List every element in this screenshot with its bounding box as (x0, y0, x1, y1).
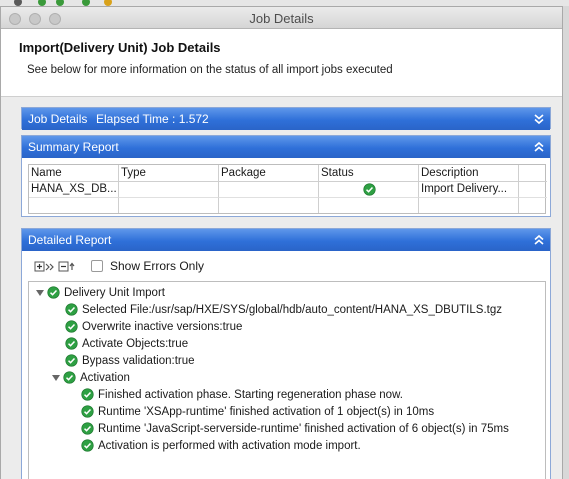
job-details-dialog: Job Details Import(Delivery Unit) Job De… (0, 6, 563, 479)
summary-report-label: Summary Report (28, 140, 119, 154)
tree-node-label: Activate Objects:true (82, 337, 189, 350)
cell-type[interactable] (119, 182, 219, 198)
success-check-icon (81, 405, 94, 418)
tree-node-label: Runtime 'XSApp-runtime' finished activat… (98, 405, 435, 418)
column-header-description[interactable]: Description (419, 165, 519, 182)
tree-node-root[interactable]: Delivery Unit Import (35, 284, 165, 301)
success-check-icon (65, 303, 78, 316)
tree-node-item[interactable]: Activate Objects:true (65, 335, 188, 352)
collapse-chevron-icon[interactable] (533, 234, 545, 246)
dialog-header: Import(Delivery Unit) Job Details See be… (1, 29, 562, 97)
window-title: Job Details (249, 11, 314, 26)
success-check-icon (63, 371, 76, 384)
summary-report-bar[interactable]: Summary Report (22, 136, 550, 158)
empty-cell (119, 198, 219, 213)
tree-node-label: Finished activation phase. Starting rege… (98, 388, 403, 401)
detailed-report-bar[interactable]: Detailed Report (22, 229, 550, 251)
job-details-section: Job Details Elapsed Time : 1.572 (21, 107, 551, 130)
empty-cell (419, 198, 519, 213)
column-header-filler (519, 165, 547, 182)
success-check-icon (81, 388, 94, 401)
empty-cell (319, 198, 419, 213)
success-check-icon (47, 286, 60, 299)
tree-node-item[interactable]: Finished activation phase. Starting rege… (81, 386, 403, 403)
empty-cell (29, 198, 119, 213)
detail-toolbar: Show Errors Only (30, 259, 430, 275)
column-header-name[interactable]: Name (29, 165, 119, 182)
column-header-status[interactable]: Status (319, 165, 419, 182)
summary-table: Name Type Package Status Description HAN… (28, 164, 547, 214)
tree-node-label: Selected File:/usr/sap/HXE/SYS/global/hd… (82, 303, 502, 316)
cell-description[interactable]: Import Delivery... (419, 182, 519, 198)
collapse-all-icon[interactable] (58, 260, 82, 274)
job-details-bar[interactable]: Job Details Elapsed Time : 1.572 (22, 108, 550, 130)
cell-name[interactable]: HANA_XS_DB... (29, 182, 119, 198)
success-check-icon (65, 320, 78, 333)
detail-tree: Delivery Unit Import Selected File:/usr/… (28, 281, 546, 479)
job-details-label: Job Details (28, 112, 88, 126)
tree-expanded-arrow-icon[interactable] (35, 288, 45, 298)
tree-node-label: Runtime 'JavaScript-serverside-runtime' … (98, 422, 509, 435)
tree-node-label: Bypass validation:true (82, 354, 195, 367)
tree-expanded-arrow-icon[interactable] (51, 373, 61, 383)
expand-all-icon[interactable] (34, 260, 58, 274)
cell-status[interactable] (319, 182, 419, 198)
empty-cell (219, 198, 319, 213)
title-bar: Job Details (1, 7, 562, 29)
tree-node-label: Delivery Unit Import (64, 286, 165, 299)
column-header-type[interactable]: Type (119, 165, 219, 182)
tree-node-item[interactable]: Runtime 'XSApp-runtime' finished activat… (81, 403, 434, 420)
cell-filler (519, 182, 547, 198)
tree-node-item[interactable]: Bypass validation:true (65, 352, 195, 369)
success-check-icon (65, 337, 78, 350)
tree-node-item[interactable]: Activation is performed with activation … (81, 437, 361, 454)
elapsed-time: Elapsed Time : 1.572 (96, 112, 209, 126)
page-title: Import(Delivery Unit) Job Details (19, 40, 221, 55)
success-check-icon (81, 422, 94, 435)
collapse-chevron-icon[interactable] (533, 141, 545, 153)
page-description: See below for more information on the st… (27, 64, 393, 76)
success-check-icon (65, 354, 78, 367)
tree-node-item[interactable]: Overwrite inactive versions:true (65, 318, 242, 335)
tree-node-activation[interactable]: Activation (51, 369, 130, 386)
tree-node-label: Activation is performed with activation … (98, 439, 361, 452)
cell-package[interactable] (219, 182, 319, 198)
tree-node-item[interactable]: Selected File:/usr/sap/HXE/SYS/global/hd… (65, 301, 502, 318)
tree-node-label: Overwrite inactive versions:true (82, 320, 243, 333)
expand-chevron-icon[interactable] (533, 113, 545, 125)
success-check-icon (363, 183, 376, 196)
column-header-package[interactable]: Package (219, 165, 319, 182)
tree-node-label: Activation (80, 371, 130, 384)
show-errors-label: Show Errors Only (110, 259, 205, 273)
summary-report-section: Summary Report Name Type Package Status … (21, 135, 551, 217)
success-check-icon (81, 439, 94, 452)
show-errors-checkbox[interactable] (91, 260, 103, 272)
detailed-report-label: Detailed Report (28, 233, 112, 247)
detailed-report-section: Detailed Report Show Errors Only Deliver… (21, 228, 551, 479)
tree-node-item[interactable]: Runtime 'JavaScript-serverside-runtime' … (81, 420, 509, 437)
